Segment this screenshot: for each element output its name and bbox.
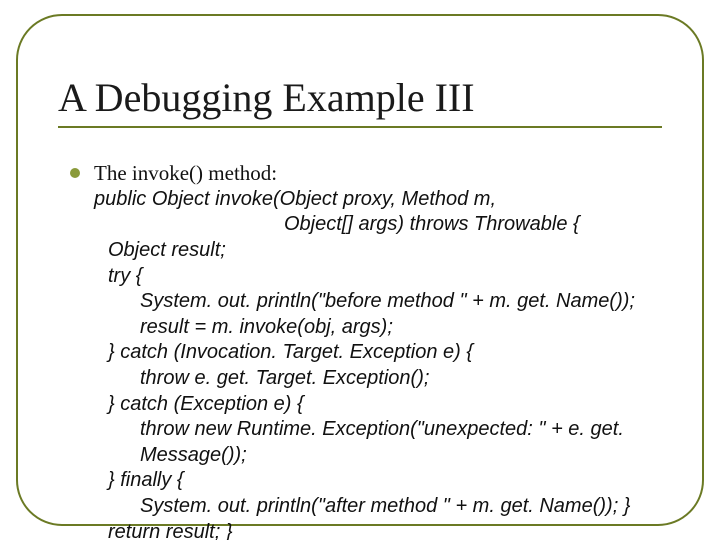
- code-catch-invocationtarget: } catch (Invocation. Target. Exception e…: [94, 340, 680, 366]
- bullet-item: The invoke() method: public Object invok…: [70, 160, 680, 540]
- code-signature-line-2: Object[] args) throws Throwable {: [94, 212, 680, 238]
- code-throw-target: throw e. get. Target. Exception();: [94, 366, 680, 392]
- code-before-print: System. out. println("before method " + …: [94, 289, 680, 315]
- code-invoke: result = m. invoke(obj, args);: [94, 315, 680, 341]
- slide-content: The invoke() method: public Object invok…: [70, 160, 680, 540]
- code-try: try {: [94, 264, 680, 290]
- lead-text: The invoke() method:: [94, 160, 680, 187]
- bullet-icon: [70, 168, 80, 178]
- slide: A Debugging Example III The invoke() met…: [0, 0, 720, 540]
- code-after-print: System. out. println("after method " + m…: [94, 494, 680, 520]
- code-throw-runtime: throw new Runtime. Exception("unexpected…: [94, 417, 680, 468]
- code-signature-line-1: public Object invoke(Object proxy, Metho…: [94, 187, 680, 213]
- code-return: return result; }: [94, 520, 680, 540]
- slide-title: A Debugging Example III: [58, 76, 662, 128]
- code-decl: Object result;: [94, 238, 680, 264]
- code-finally: } finally {: [94, 468, 680, 494]
- bullet-body: The invoke() method: public Object invok…: [94, 160, 680, 540]
- code-catch-exception: } catch (Exception e) {: [94, 392, 680, 418]
